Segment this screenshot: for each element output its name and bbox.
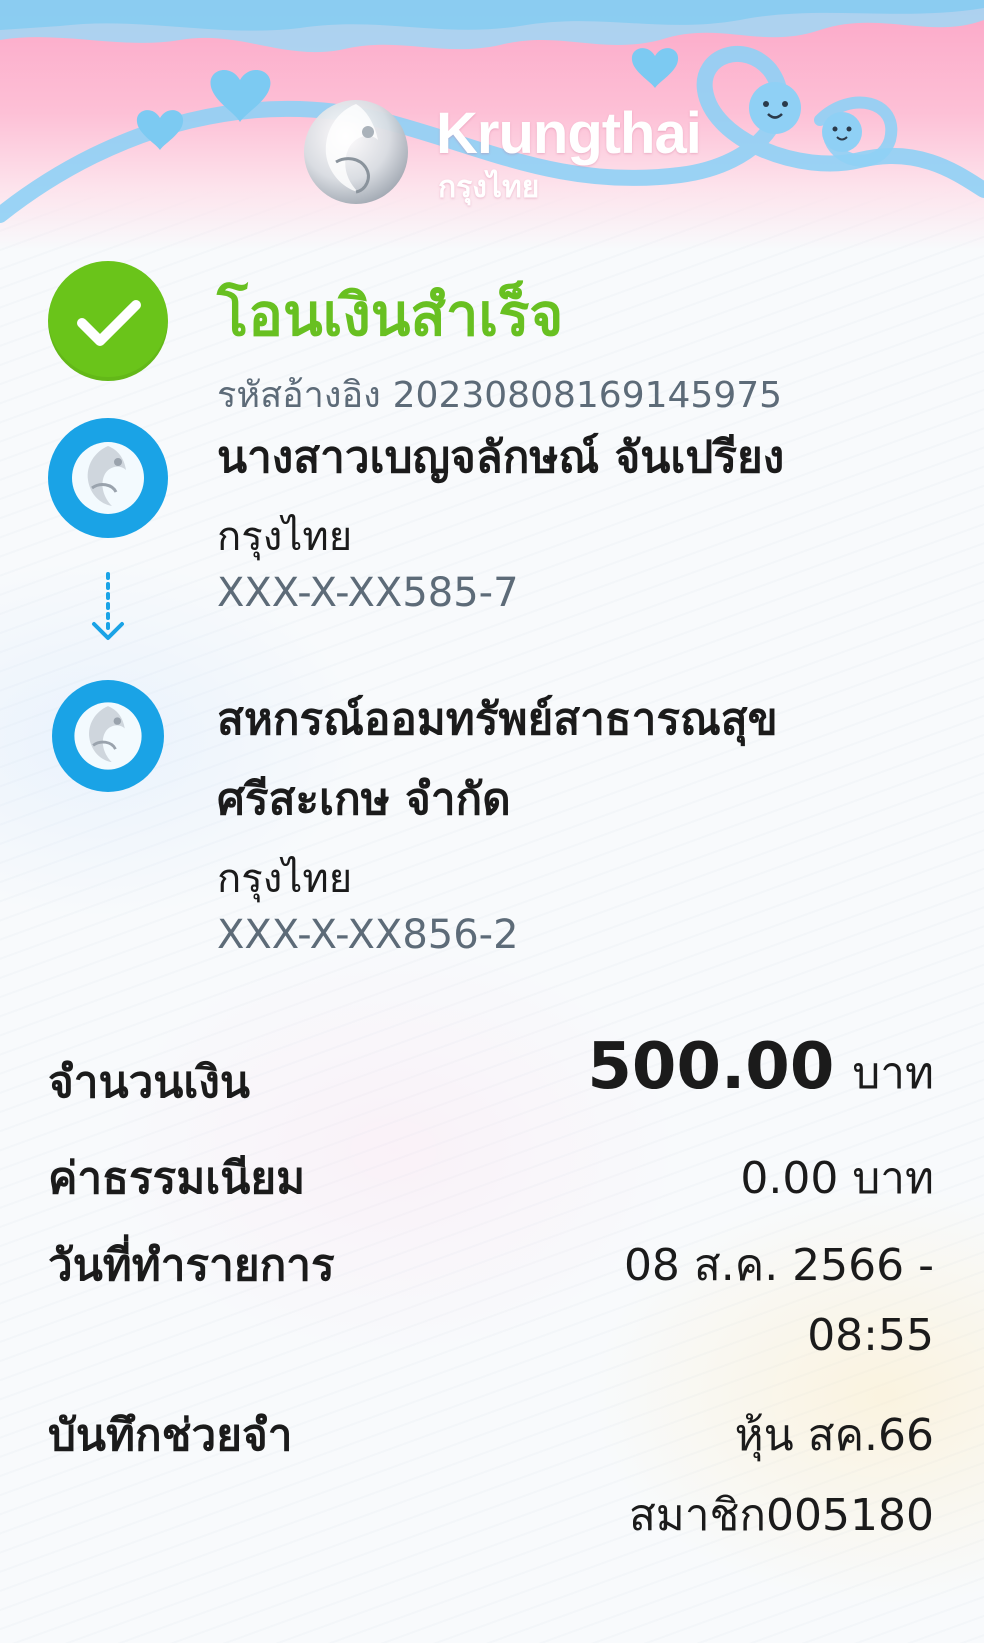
krungthai-bird-icon: [74, 702, 142, 770]
receiver-name-line2: ศรีสะเกษ จำกัด: [217, 774, 511, 825]
receiver-bank: กรุงไทย: [217, 856, 353, 902]
fee-label: ค่าธรรมเนียม: [48, 1153, 306, 1204]
receiver-bank-icon: [52, 680, 164, 792]
reference-code: 20230808169145975: [392, 375, 783, 416]
memo-label: บันทึกช่วยจำ: [48, 1410, 293, 1461]
amount-number: 500.00: [587, 1030, 835, 1104]
receiver-name-line1: สหกรณ์ออมทรัพย์สาธารณสุข: [217, 694, 778, 745]
receiver-account: XXX-X-XX856-2: [217, 912, 519, 958]
krungthai-bird-icon: [72, 442, 144, 514]
memo-line1: หุ้น สค.66: [734, 1410, 934, 1461]
date-line1: 08 ส.ค. 2566 -: [623, 1240, 934, 1291]
date-line2: 08:55: [807, 1310, 934, 1361]
memo-line2: สมาชิก005180: [628, 1490, 934, 1541]
amount-unit: บาท: [852, 1048, 934, 1099]
amount-value: 500.00 บาท: [587, 1030, 934, 1108]
sender-bank: กรุงไทย: [217, 514, 353, 560]
date-label: วันที่ทำรายการ: [48, 1240, 335, 1291]
amount-label: จำนวนเงิน: [48, 1057, 250, 1108]
receipt-content: โอนเงินสำเร็จ รหัสอ้างอิง 202308081691459…: [0, 0, 984, 1643]
fee-value: 0.00 บาท: [740, 1153, 934, 1204]
sender-account: XXX-X-XX585-7: [217, 570, 519, 616]
arrow-down-icon: [92, 572, 124, 640]
success-check-icon: [48, 261, 168, 381]
sender-bank-icon: [48, 418, 168, 538]
reference-line: รหัสอ้างอิง 20230808169145975: [217, 366, 794, 423]
reference-label: รหัสอ้างอิง: [217, 375, 381, 416]
status-title: โอนเงินสำเร็จ: [217, 281, 564, 349]
sender-name: นางสาวเบญจลักษณ์ จันเปรียง: [217, 432, 785, 483]
